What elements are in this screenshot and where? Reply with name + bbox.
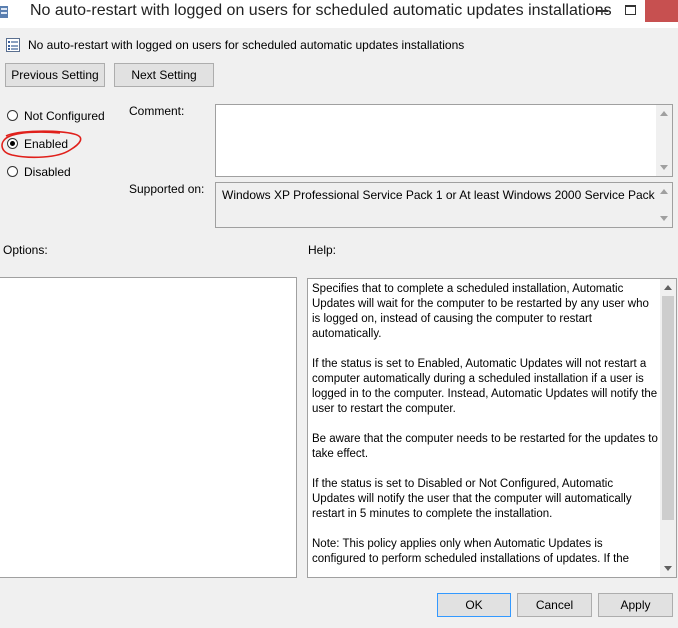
scroll-up-icon[interactable]: [664, 285, 672, 290]
help-text: Specifies that to complete a scheduled i…: [312, 282, 658, 577]
options-label: Options:: [3, 243, 48, 257]
radio-circle[interactable]: [7, 166, 18, 177]
radio-circle[interactable]: [7, 138, 18, 149]
radio-label: Not Configured: [24, 109, 105, 123]
scroll-up-icon[interactable]: [660, 111, 668, 116]
radio-label: Disabled: [24, 165, 71, 179]
title-bar: No auto-restart with logged on users for…: [0, 0, 678, 28]
help-scrollbar[interactable]: [660, 279, 676, 577]
help-panel: Specifies that to complete a scheduled i…: [307, 278, 677, 578]
scroll-thumb[interactable]: [662, 296, 674, 520]
comment-scrollbar[interactable]: [656, 105, 672, 176]
scroll-up-icon[interactable]: [660, 189, 668, 194]
help-label: Help:: [308, 243, 337, 257]
supported-on-value: Windows XP Professional Service Pack 1 o…: [222, 188, 665, 202]
previous-setting-button[interactable]: Previous Setting: [5, 63, 105, 87]
radio-circle[interactable]: [7, 110, 18, 121]
supported-on-field: Windows XP Professional Service Pack 1 o…: [215, 182, 673, 228]
scroll-down-icon[interactable]: [664, 566, 672, 571]
radio-label: Enabled: [24, 137, 69, 151]
policy-icon: [0, 6, 8, 18]
comment-input[interactable]: [215, 104, 673, 177]
help-paragraph: If the status is set to Enabled, Automat…: [312, 358, 658, 415]
scroll-down-icon[interactable]: [660, 216, 668, 221]
comment-label: Comment:: [129, 104, 185, 118]
help-paragraph: If the status is set to Disabled or Not …: [312, 478, 632, 520]
cancel-button[interactable]: Cancel: [517, 593, 592, 617]
help-paragraph: Specifies that to complete a scheduled i…: [312, 283, 649, 340]
ok-button[interactable]: OK: [437, 593, 511, 617]
help-paragraph: Note: This policy applies only when Auto…: [312, 538, 630, 565]
options-panel: [0, 277, 297, 578]
supported-on-label: Supported on:: [129, 182, 205, 196]
apply-button[interactable]: Apply: [598, 593, 673, 617]
window-title: No auto-restart with logged on users for…: [30, 2, 612, 19]
minimize-button[interactable]: [587, 0, 617, 22]
help-paragraph: Be aware that the computer needs to be r…: [312, 433, 658, 460]
supported-scrollbar[interactable]: [656, 183, 672, 227]
scroll-down-icon[interactable]: [660, 165, 668, 170]
policy-setting-icon: [6, 38, 20, 52]
next-setting-button[interactable]: Next Setting: [114, 63, 214, 87]
maximize-button[interactable]: [615, 0, 645, 22]
policy-title: No auto-restart with logged on users for…: [28, 38, 465, 52]
close-button[interactable]: [645, 0, 678, 22]
